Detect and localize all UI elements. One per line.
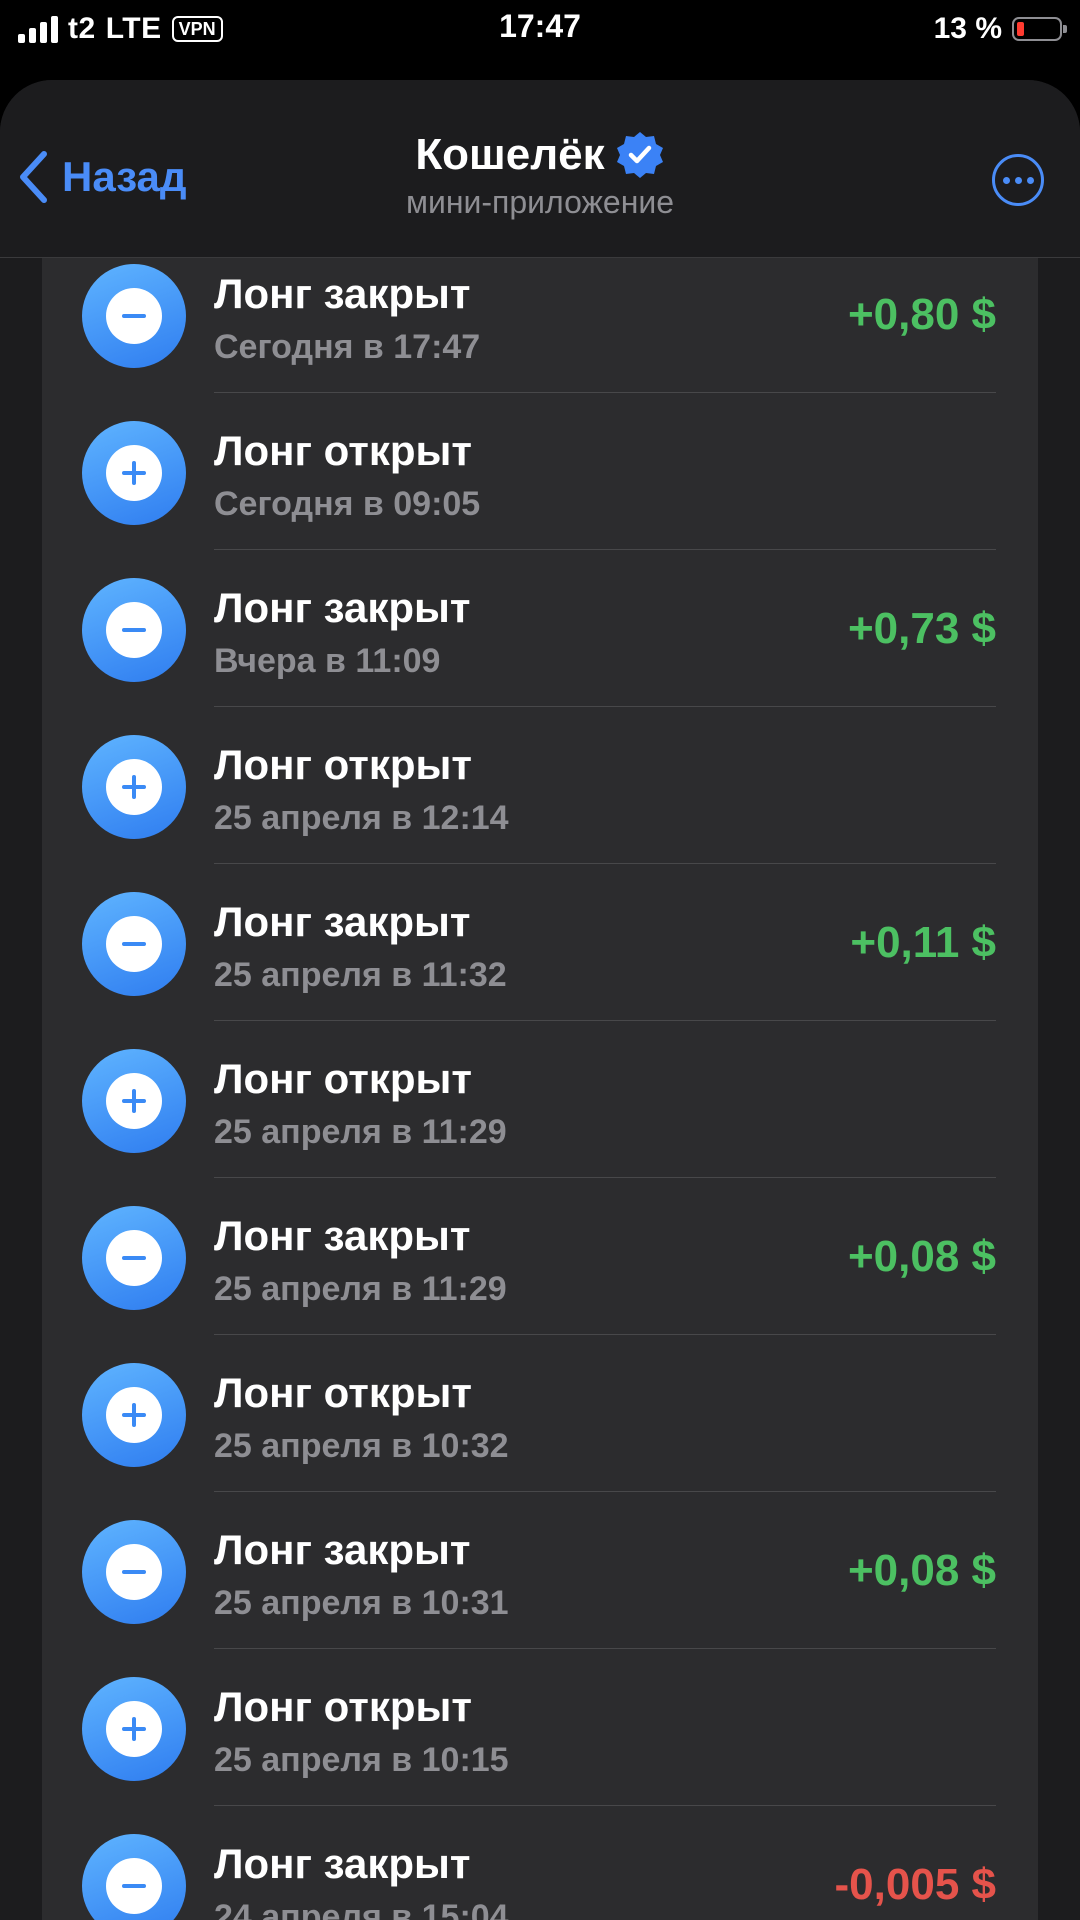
clock: 17:47 bbox=[499, 8, 581, 44]
transaction-label: Лонг открыт bbox=[214, 741, 472, 788]
page-subtitle: мини-приложение bbox=[405, 184, 675, 220]
transaction-label: Лонг открыт bbox=[214, 1683, 472, 1730]
transaction-row[interactable]: Лонг открыт 25 апреля в 12:14 bbox=[42, 707, 1038, 864]
transaction-label: Лонг открыт bbox=[214, 427, 472, 474]
more-horizontal-icon bbox=[1002, 176, 1010, 184]
minus-circle-icon bbox=[82, 1520, 186, 1624]
transaction-label: Лонг закрыт bbox=[214, 898, 471, 945]
transaction-row[interactable]: Лонг открыт 25 апреля в 11:29 bbox=[42, 1021, 1038, 1178]
transaction-row[interactable]: Лонг закрыт Вчера в 11:09 +0,73 $ bbox=[42, 550, 1038, 707]
transaction-label: Лонг закрыт bbox=[214, 1526, 471, 1573]
mini-app-sheet: Назад Кошелёк мини-приложение Лонг закры… bbox=[0, 80, 1080, 1920]
transaction-date: Вчера в 11:09 bbox=[214, 642, 441, 680]
plus-circle-icon bbox=[82, 1677, 186, 1781]
transaction-amount: +0,80 $ bbox=[847, 290, 996, 339]
page-title: Кошелёк bbox=[415, 130, 605, 179]
transaction-date: 25 апреля в 11:32 bbox=[214, 956, 507, 994]
transaction-amount: +0,11 $ bbox=[850, 918, 996, 967]
transaction-row[interactable]: Лонг закрыт Сегодня в 17:47 +0,80 $ bbox=[42, 236, 1038, 393]
transaction-row[interactable]: Лонг открыт Сегодня в 09:05 bbox=[42, 393, 1038, 550]
transaction-date: 25 апреля в 10:32 bbox=[214, 1427, 509, 1465]
transaction-row[interactable]: Лонг закрыт 25 апреля в 11:29 +0,08 $ bbox=[42, 1178, 1038, 1335]
transaction-date: 25 апреля в 10:15 bbox=[214, 1741, 509, 1779]
status-bar: t2 LTE VPN 17:47 13 % bbox=[0, 0, 1080, 60]
transaction-row[interactable]: Лонг открыт 25 апреля в 10:15 bbox=[42, 1649, 1038, 1806]
transaction-amount: +0,08 $ bbox=[847, 1546, 996, 1595]
transaction-date: 25 апреля в 10:31 bbox=[214, 1584, 509, 1622]
transaction-date: Сегодня в 17:47 bbox=[214, 328, 481, 366]
transaction-amount: +0,73 $ bbox=[847, 604, 996, 653]
plus-circle-icon bbox=[82, 421, 186, 525]
battery-icon bbox=[1012, 17, 1067, 41]
plus-circle-icon bbox=[82, 1363, 186, 1467]
transaction-label: Лонг открыт bbox=[214, 1055, 472, 1102]
transaction-row[interactable]: Лонг открыт 25 апреля в 10:32 bbox=[42, 1335, 1038, 1492]
verified-badge-icon bbox=[616, 132, 663, 178]
transactions-list: Лонг закрыт Сегодня в 17:47 +0,80 $ Лонг от… bbox=[42, 236, 1038, 1920]
transaction-row[interactable]: Лонг закрыт 24 апреля в 15:04 -0,005 $ bbox=[42, 1806, 1038, 1920]
transaction-amount: -0,005 $ bbox=[834, 1860, 996, 1909]
transaction-date: 25 апреля в 11:29 bbox=[214, 1113, 507, 1151]
transaction-label: Лонг закрыт bbox=[214, 270, 471, 317]
transaction-label: Лонг закрыт bbox=[214, 584, 471, 631]
transaction-label: Лонг закрыт bbox=[214, 1212, 471, 1259]
plus-circle-icon bbox=[82, 1049, 186, 1153]
transaction-row[interactable]: Лонг закрыт 25 апреля в 11:32 +0,11 $ bbox=[42, 864, 1038, 1021]
transaction-date: 25 апреля в 12:14 bbox=[214, 799, 509, 837]
minus-circle-icon bbox=[82, 1206, 186, 1310]
transaction-date: Сегодня в 09:05 bbox=[214, 485, 481, 523]
minus-circle-icon bbox=[82, 578, 186, 682]
transactions-card: Лонг закрыт Сегодня в 17:47 +0,80 $ Лонг от… bbox=[42, 258, 1038, 1920]
minus-circle-icon bbox=[82, 264, 186, 368]
transaction-date: 25 апреля в 11:29 bbox=[214, 1270, 507, 1308]
app-header: Назад Кошелёк мини-приложение bbox=[0, 80, 1080, 258]
more-button[interactable] bbox=[992, 154, 1044, 206]
transaction-amount: +0,08 $ bbox=[847, 1232, 996, 1281]
transaction-label: Лонг закрыт bbox=[214, 1840, 471, 1887]
transaction-date: 24 апреля в 15:04 bbox=[214, 1898, 509, 1920]
battery-percent: 13 % bbox=[933, 12, 1002, 45]
plus-circle-icon bbox=[82, 735, 186, 839]
minus-circle-icon bbox=[82, 1834, 186, 1920]
transaction-row[interactable]: Лонг закрыт 25 апреля в 10:31 +0,08 $ bbox=[42, 1492, 1038, 1649]
minus-circle-icon bbox=[82, 892, 186, 996]
transaction-label: Лонг открыт bbox=[214, 1369, 472, 1416]
